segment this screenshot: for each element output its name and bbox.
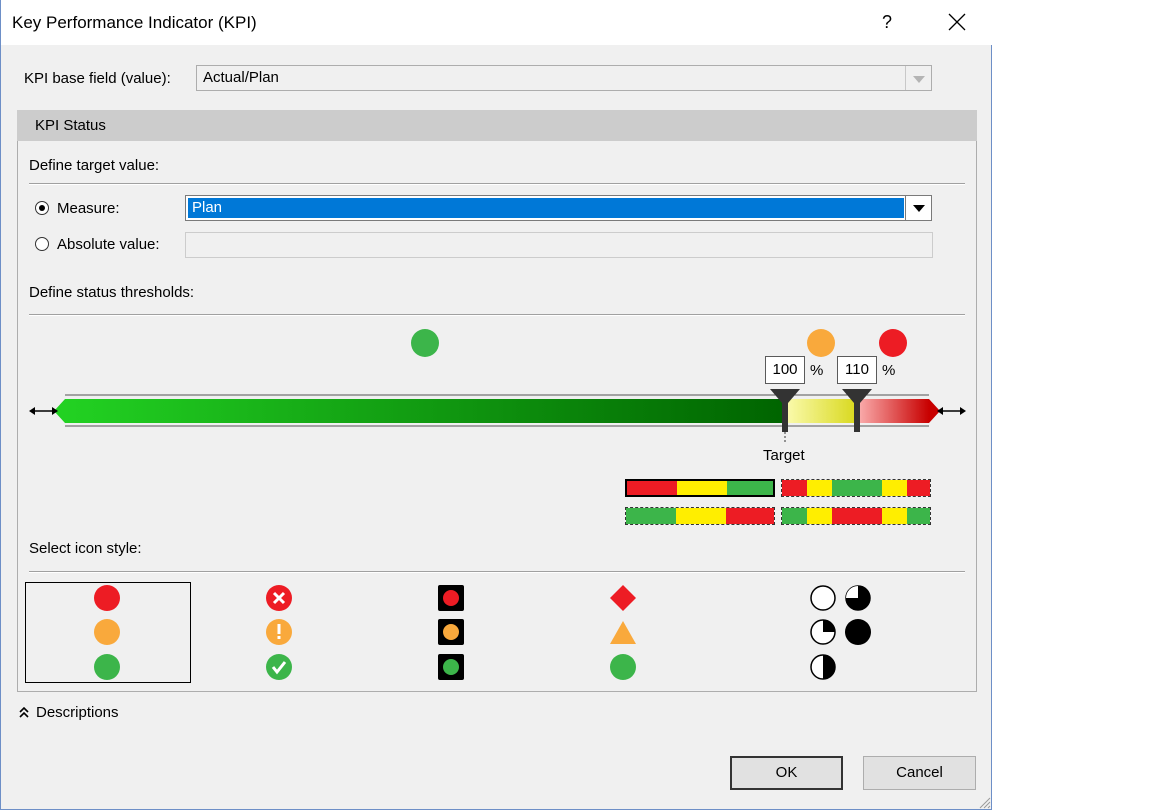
close-icon [948, 13, 966, 31]
base-field-dropdown-arrow[interactable] [905, 66, 931, 90]
red-diamond-icon [610, 585, 636, 611]
dialog-title: Key Performance Indicator (KPI) [12, 13, 257, 32]
absolute-value-input[interactable] [185, 232, 933, 258]
exclamation-icon [266, 619, 292, 645]
three-quarter-ball-icon [845, 585, 871, 611]
icon-style-shapes[interactable] [597, 584, 651, 684]
close-button[interactable] [939, 6, 975, 38]
red-status-icon [879, 329, 907, 357]
select-icon-style-label: Select icon style: [29, 540, 142, 557]
measure-combo[interactable]: Plan [185, 195, 932, 221]
divider [29, 183, 965, 185]
measure-label: Measure: [57, 200, 120, 217]
check-mark-icon [266, 654, 292, 680]
descriptions-toggle[interactable]: Descriptions [36, 704, 119, 721]
pattern-green-yellow-red-yellow-green[interactable] [781, 507, 931, 525]
threshold-high-input[interactable]: 110 [837, 356, 877, 384]
orange-circle-icon [94, 619, 120, 645]
double-chevron-up-icon[interactable] [19, 707, 29, 719]
measure-radio[interactable] [35, 201, 49, 215]
green-status-icon [411, 329, 439, 357]
kpi-status-title: KPI Status [35, 117, 106, 134]
divider [29, 314, 965, 316]
orange-status-icon [807, 329, 835, 357]
measure-dropdown-arrow[interactable] [905, 196, 931, 220]
empty-ball-icon [810, 585, 836, 611]
half-ball-icon [810, 654, 836, 680]
green-circle-icon [610, 654, 636, 680]
pattern-green-yellow-red[interactable] [625, 507, 775, 525]
base-field-label: KPI base field (value): [24, 70, 171, 87]
red-circle-icon [94, 585, 120, 611]
icon-style-harvey-balls[interactable] [807, 584, 877, 684]
percent-label-high: % [882, 362, 896, 379]
help-button[interactable]: ? [875, 6, 899, 38]
chevron-down-icon [913, 76, 925, 83]
base-field-combo[interactable]: Actual/Plan [196, 65, 932, 91]
resize-grip-icon[interactable] [977, 795, 991, 809]
target-label: Target [763, 447, 805, 464]
pattern-red-yellow-green[interactable] [625, 479, 775, 497]
full-ball-icon [845, 619, 871, 645]
radio-dot-icon [39, 205, 45, 211]
quarter-ball-icon [810, 619, 836, 645]
green-light-icon [438, 654, 464, 680]
pattern-red-yellow-green-yellow-red[interactable] [781, 479, 931, 497]
title-bar: Key Performance Indicator (KPI) ? [1, 0, 992, 45]
measure-value: Plan [192, 199, 223, 216]
icon-style-traffic-lights[interactable] [425, 584, 479, 684]
measure-selection-highlight [188, 198, 904, 218]
red-light-icon [438, 585, 464, 611]
define-thresholds-label: Define status thresholds: [29, 284, 195, 301]
x-mark-icon [266, 585, 292, 611]
right-arrow-icon [937, 407, 966, 415]
define-target-label: Define target value: [29, 157, 160, 174]
base-field-value: Actual/Plan [203, 69, 279, 86]
kpi-dialog: Key Performance Indicator (KPI) ? KPI ba… [0, 0, 992, 810]
traffic-circles-icons [94, 585, 120, 680]
threshold-bar [29, 389, 966, 442]
absolute-value-label: Absolute value: [57, 236, 160, 253]
orange-triangle-icon [610, 621, 636, 644]
absolute-value-radio[interactable] [35, 237, 49, 251]
cancel-button[interactable]: Cancel [863, 756, 976, 790]
icon-style-symbols[interactable] [253, 584, 307, 684]
green-circle-icon [94, 654, 120, 680]
kpi-status-header[interactable]: KPI Status [17, 110, 977, 141]
divider [29, 571, 965, 573]
percent-label-low: % [810, 362, 824, 379]
ok-button[interactable]: OK [730, 756, 843, 790]
chevron-down-icon [913, 205, 925, 212]
threshold-low-input[interactable]: 100 [765, 356, 805, 384]
orange-light-icon [438, 619, 464, 645]
left-arrow-icon [29, 407, 58, 415]
